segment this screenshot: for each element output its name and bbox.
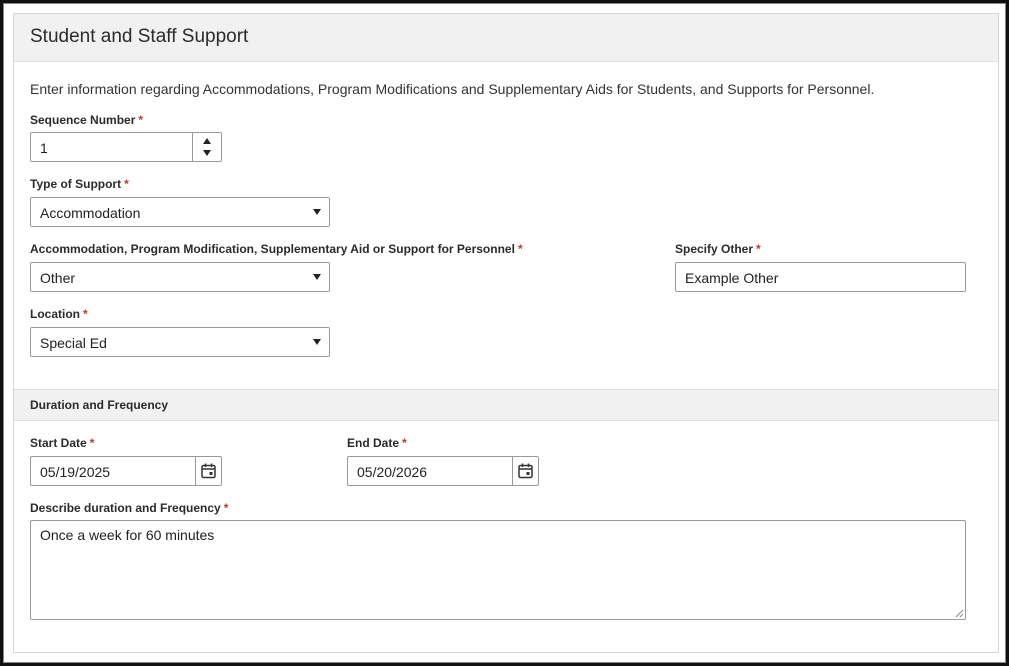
- accommodation-label: Accommodation, Program Modification, Sup…: [30, 242, 523, 256]
- stepper-down-icon[interactable]: [203, 150, 211, 156]
- student-staff-support-panel: Student and Staff Support Enter informat…: [13, 13, 999, 653]
- start-date-label: Start Date *: [30, 436, 95, 450]
- required-marker: *: [223, 501, 229, 515]
- intro-text: Enter information regarding Accommodatio…: [30, 81, 875, 97]
- start-date-input[interactable]: 05/19/2025: [30, 456, 222, 486]
- stepper-up-icon[interactable]: [203, 138, 211, 144]
- end-date-input[interactable]: 05/20/2026: [347, 456, 539, 486]
- required-marker: *: [517, 242, 523, 256]
- calendar-icon: [518, 463, 533, 479]
- location-select[interactable]: Special Ed: [30, 327, 330, 357]
- chevron-down-icon: [313, 274, 321, 280]
- location-label: Location *: [30, 307, 88, 321]
- description-label: Describe duration and Frequency *: [30, 501, 229, 515]
- resize-grip-icon[interactable]: [955, 609, 964, 618]
- type-of-support-label: Type of Support *: [30, 177, 129, 191]
- start-date-picker-button[interactable]: [195, 457, 221, 485]
- specify-other-label: Specify Other *: [675, 242, 761, 256]
- required-marker: *: [83, 307, 88, 321]
- required-marker: *: [756, 242, 761, 256]
- required-marker: *: [89, 436, 95, 450]
- panel-title: Student and Staff Support: [30, 26, 249, 47]
- required-marker: *: [402, 436, 407, 450]
- specify-other-input[interactable]: Example Other: [675, 262, 966, 292]
- accommodation-select[interactable]: Other: [30, 262, 330, 292]
- type-of-support-select[interactable]: Accommodation: [30, 197, 330, 227]
- panel-header: Student and Staff Support: [14, 14, 998, 62]
- chevron-down-icon: [313, 339, 321, 345]
- calendar-icon: [201, 463, 216, 479]
- sequence-number-input[interactable]: 1: [30, 132, 222, 162]
- sequence-number-label: Sequence Number *: [30, 113, 144, 127]
- end-date-label: End Date *: [347, 436, 407, 450]
- window-frame: Student and Staff Support Enter informat…: [0, 0, 1009, 666]
- required-marker: *: [138, 113, 144, 127]
- duration-section-header: Duration and Frequency: [14, 389, 998, 421]
- section-title: Duration and Frequency: [30, 398, 169, 412]
- description-textarea[interactable]: Once a week for 60 minutes: [30, 520, 966, 620]
- chevron-down-icon: [313, 209, 321, 215]
- end-date-picker-button[interactable]: [512, 457, 538, 485]
- quantity-stepper[interactable]: [192, 133, 221, 161]
- required-marker: *: [124, 177, 129, 191]
